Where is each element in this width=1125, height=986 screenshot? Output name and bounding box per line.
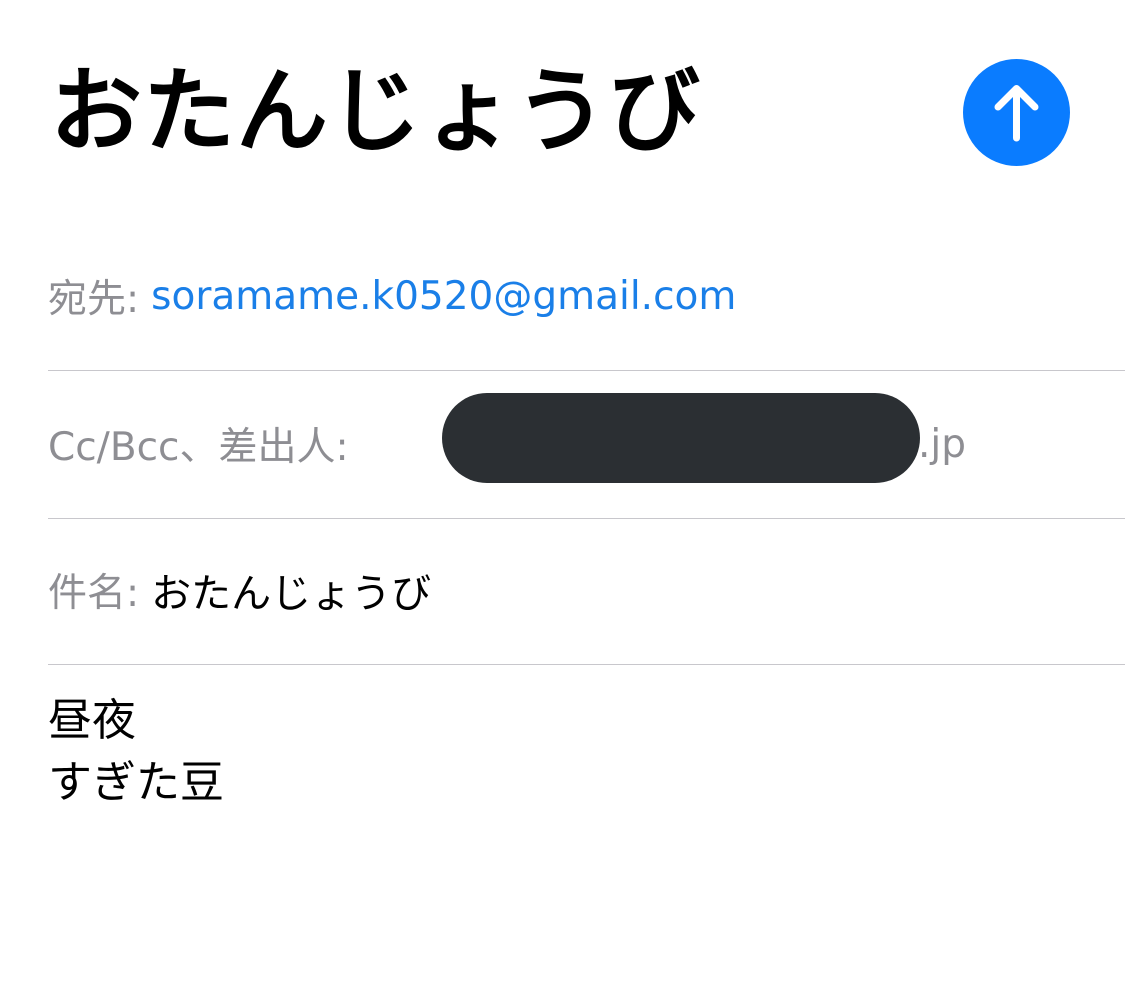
to-field-row: 宛先: soramame.k0520@gmail.com xyxy=(48,223,736,369)
subject-field-row: 件名: おたんじょうび xyxy=(48,517,431,663)
cc-bcc-from-label: Cc/Bcc、差出人: xyxy=(48,425,349,470)
subject-label: 件名: xyxy=(48,571,140,616)
to-field[interactable]: 宛先: soramame.k0520@gmail.com xyxy=(48,223,1125,371)
compose-title: おたんじょうび xyxy=(50,58,702,165)
body-line-2: すぎた豆 xyxy=(48,757,224,808)
arrow-up-icon xyxy=(994,85,1039,142)
send-button[interactable] xyxy=(963,59,1070,166)
redaction-mark xyxy=(442,393,920,483)
sender-address-suffix: .jp xyxy=(918,421,966,467)
to-label: 宛先: xyxy=(48,277,140,322)
subject-input[interactable]: おたんじょうび xyxy=(151,561,431,619)
body-line-1: 昼夜 xyxy=(48,695,136,746)
recipient-address[interactable]: soramame.k0520@gmail.com xyxy=(151,274,736,319)
cc-field-row: Cc/Bcc、差出人: xyxy=(48,371,349,517)
message-body[interactable]: 昼夜 すぎた豆 xyxy=(48,690,224,814)
mail-compose-view: おたんじょうび 宛先: soramame.k0520@gmail.com Cc/… xyxy=(0,0,1125,986)
cc-bcc-from-field[interactable]: Cc/Bcc、差出人: .jp xyxy=(48,371,1125,519)
subject-field[interactable]: 件名: おたんじょうび xyxy=(48,517,1125,665)
